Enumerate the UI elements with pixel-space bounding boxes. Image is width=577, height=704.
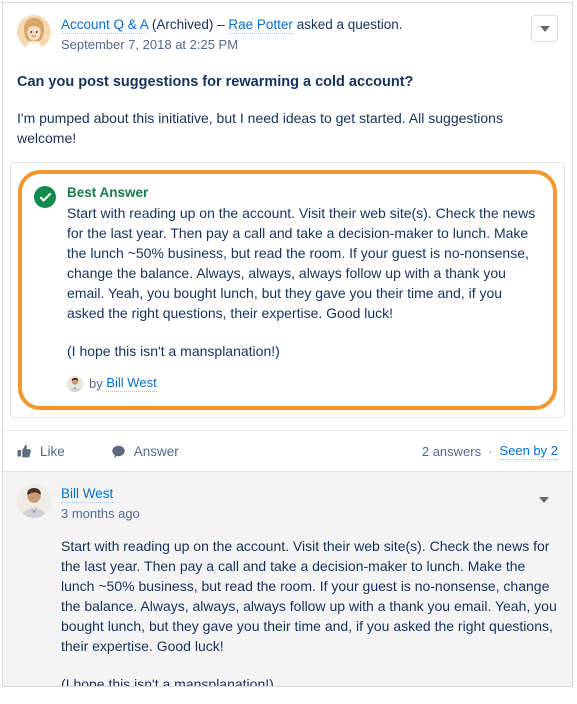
byline-dash: – — [217, 17, 225, 32]
like-label: Like — [40, 444, 65, 459]
answer-paragraph-1: Start with reading up on the account. Vi… — [61, 538, 557, 654]
comment-bubble-icon — [111, 444, 126, 459]
answer-menu-button[interactable] — [531, 487, 556, 512]
answer-button[interactable]: Answer — [111, 444, 179, 459]
action-bar-meta: 2 answers · Seen by 2 — [422, 443, 558, 460]
seen-by-link[interactable]: Seen by 2 — [499, 443, 558, 460]
archived-label: (Archived) — [151, 17, 214, 32]
question-post: Account Q & A (Archived) – Rae Potter as… — [3, 3, 572, 148]
answer-label: Answer — [133, 444, 179, 459]
answer-author-link[interactable]: Bill West — [61, 486, 114, 503]
question-header: Account Q & A (Archived) – Rae Potter as… — [17, 15, 558, 54]
chevron-down-icon — [538, 496, 549, 503]
check-circle-icon — [34, 186, 56, 208]
best-answer-label: Best Answer — [67, 185, 149, 200]
post-frame: Account Q & A (Archived) – Rae Potter as… — [2, 2, 573, 687]
best-answer-author-link[interactable]: Bill West — [106, 375, 157, 392]
answer-body: Start with reading up on the account. Vi… — [61, 536, 558, 687]
answer-timestamp: 3 months ago — [61, 506, 140, 521]
question-header-text: Account Q & A (Archived) – Rae Potter as… — [61, 15, 558, 54]
answer-post: Bill West 3 months ago Start with readin… — [3, 471, 572, 687]
male-avatar — [67, 375, 83, 392]
meta-separator: · — [488, 444, 493, 459]
thumbs-up-icon — [17, 444, 32, 459]
question-byline: Account Q & A (Archived) – Rae Potter as… — [61, 16, 558, 34]
question-author-link[interactable]: Rae Potter — [228, 17, 293, 34]
female-avatar — [17, 15, 51, 49]
answer-header: Bill West 3 months ago — [17, 484, 558, 523]
question-action-text: asked a question. — [296, 17, 403, 32]
group-link[interactable]: Account Q & A — [61, 17, 149, 34]
male-avatar — [17, 484, 51, 518]
chevron-down-icon — [539, 25, 550, 32]
question-menu-button[interactable] — [531, 15, 558, 42]
answer-header-text: Bill West 3 months ago — [61, 484, 558, 523]
question-timestamp: September 7, 2018 at 2:25 PM — [61, 37, 239, 52]
best-answer-card: Best Answer Start with reading up on the… — [10, 162, 565, 418]
answer-byline: Bill West — [61, 485, 558, 503]
question-body: I'm pumped about this initiative, but I … — [17, 110, 503, 146]
like-button[interactable]: Like — [17, 444, 65, 459]
best-answer-paragraph-2: (I hope this isn't a mansplanation!) — [67, 343, 280, 359]
byline-prefix: by — [89, 376, 103, 391]
question-title: Can you post suggestions for rewarming a… — [17, 74, 414, 90]
question-action-bar: Like Answer 2 answers · Seen by 2 — [3, 430, 572, 471]
answers-count: 2 answers — [421, 444, 482, 459]
forum-question-screen: Account Q & A (Archived) – Rae Potter as… — [0, 0, 577, 704]
best-answer-text: Start with reading up on the account. Vi… — [67, 203, 539, 361]
best-answer-paragraph-1: Start with reading up on the account. Vi… — [67, 205, 536, 321]
best-answer-highlight: Best Answer Start with reading up on the… — [18, 170, 557, 410]
answer-paragraph-2: (I hope this isn't a mansplanation!) — [61, 676, 274, 687]
best-answer-byline: by Bill West — [67, 375, 539, 392]
